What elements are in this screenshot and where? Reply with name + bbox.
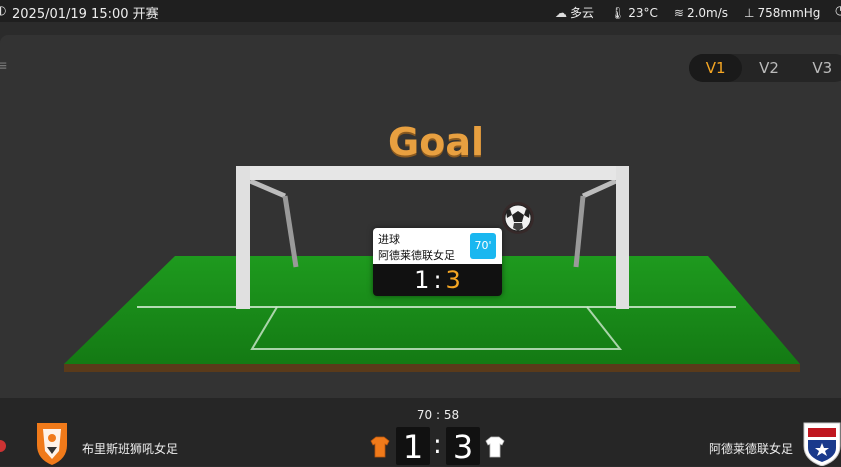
goal-post-right [616, 166, 629, 309]
goal-support-left [249, 178, 286, 199]
goal-popup-header: 进球 阿德莱德联女足 70' [373, 228, 502, 264]
away-score: 3 [446, 427, 480, 466]
popup-score: 1:3 [373, 264, 502, 296]
home-team-logo[interactable] [33, 421, 71, 466]
goal-support-right [581, 178, 618, 199]
goal-crossbar [236, 166, 629, 180]
scoring-team: 阿德莱德联女足 [378, 249, 455, 262]
away-kit-icon [485, 436, 505, 458]
goal-popup: 进球 阿德莱德联女足 70' 1:3 [373, 228, 502, 296]
away-team-logo[interactable] [800, 420, 841, 466]
home-score: 1 [396, 427, 430, 466]
event-title: Goal [388, 120, 484, 164]
popup-home-score: 1 [414, 266, 430, 294]
home-kit-icon [370, 436, 390, 458]
pitch-edge [64, 364, 800, 372]
goal-post-left [236, 166, 250, 309]
away-team-name[interactable]: 阿德莱德联女足 [709, 440, 793, 457]
popup-score-separator: : [433, 266, 442, 294]
popup-away-score: 3 [445, 266, 461, 294]
home-team-name[interactable]: 布里斯班狮吼女足 [82, 440, 178, 457]
goal-minute-badge: 70' [470, 233, 496, 259]
score-separator: : [433, 430, 442, 460]
event-label: 进球 [378, 233, 400, 246]
football-icon [502, 202, 534, 234]
match-clock: 70 : 58 [416, 408, 460, 422]
